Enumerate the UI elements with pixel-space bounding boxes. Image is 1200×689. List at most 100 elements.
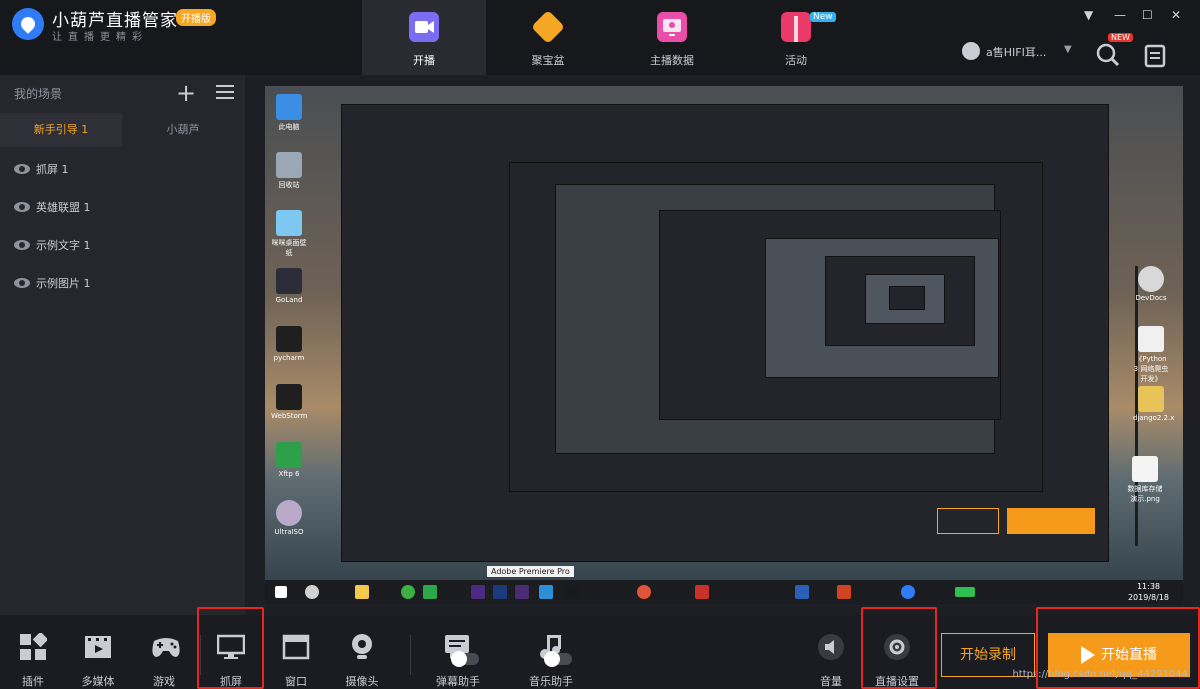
- search-icon[interactable]: [305, 585, 319, 599]
- plugin-button[interactable]: 插件: [2, 615, 64, 689]
- top-bar: 小葫芦直播管家 开播版 让直播更精彩 开播 聚宝盆 主播数据 New 活动 ▼ …: [0, 0, 1200, 75]
- battery-icon: [955, 587, 975, 597]
- new-badge: New: [810, 12, 836, 22]
- scene-item[interactable]: 示例文字 1: [14, 235, 91, 255]
- app-window: 小葫芦直播管家 开播版 让直播更精彩 开播 聚宝盆 主播数据 New 活动 ▼ …: [0, 0, 1200, 689]
- desktop-icon[interactable]: GoLand: [271, 268, 307, 304]
- clipboard-icon[interactable]: [1142, 42, 1168, 68]
- avatar[interactable]: [962, 42, 980, 60]
- window-capture-button[interactable]: 窗口: [265, 615, 327, 689]
- close-icon[interactable]: ✕: [1171, 8, 1181, 22]
- tab-xiaohulu[interactable]: 小葫芦: [122, 113, 244, 147]
- desktop-icon[interactable]: pycharm: [271, 326, 307, 362]
- tool-label: 多媒体: [81, 675, 115, 688]
- tab-label: 开播: [413, 54, 435, 67]
- scene-item[interactable]: 英雄联盟 1: [14, 197, 91, 217]
- photoshop-icon[interactable]: [493, 585, 507, 599]
- multimedia-button[interactable]: 多媒体: [67, 615, 129, 689]
- clock-date: 2019/8/18: [1127, 593, 1169, 602]
- windows-start-icon[interactable]: [275, 586, 287, 598]
- search-icon[interactable]: [1095, 42, 1121, 68]
- tool-label: 插件: [22, 675, 44, 688]
- game-button[interactable]: 游戏: [133, 615, 195, 689]
- add-scene-button[interactable]: +: [176, 79, 196, 107]
- after-effects-icon[interactable]: [471, 585, 485, 599]
- eye-icon[interactable]: [14, 202, 30, 212]
- scene-tabs: 新手引导 1 小葫芦: [0, 113, 245, 147]
- app-icon[interactable]: [401, 585, 415, 599]
- scene-label: 示例文字 1: [36, 239, 91, 252]
- tab-jubaopen[interactable]: 聚宝盆: [486, 0, 610, 75]
- tab-anchor-data[interactable]: 主播数据: [610, 0, 734, 75]
- scene-item[interactable]: 抓屏 1: [14, 159, 69, 179]
- tab-kaibo[interactable]: 开播: [362, 0, 486, 75]
- minimize-icon[interactable]: —: [1114, 8, 1126, 22]
- tab-beginner-guide[interactable]: 新手引导 1: [0, 113, 122, 147]
- highlight-box-screen-capture: [197, 607, 264, 689]
- user-name[interactable]: a售HIFI耳...: [986, 44, 1046, 60]
- xiaohulu-app-icon[interactable]: [901, 585, 915, 599]
- eye-icon[interactable]: [14, 164, 30, 174]
- edition-badge: 开播版: [176, 9, 216, 26]
- volume-button[interactable]: 音量: [800, 615, 862, 689]
- gamepad-icon: [150, 633, 180, 661]
- tool-label: 游戏: [153, 675, 175, 688]
- app-logo-icon: [12, 8, 44, 40]
- live-preview[interactable]: 此电脑 回收站 咪咪桌面壁纸 GoLand pycharm WebStorm X…: [265, 86, 1183, 604]
- wechat-icon[interactable]: [423, 585, 437, 599]
- scene-sidebar: 我的场景 + 新手引导 1 小葫芦 抓屏 1 英雄联盟 1 示例文字 1 示例图…: [0, 75, 245, 615]
- chevron-down-icon[interactable]: ▼: [1064, 44, 1072, 55]
- windows-taskbar: 11:38 2019/8/18: [265, 580, 1183, 604]
- tab-activity[interactable]: New 活动: [734, 0, 858, 75]
- plugin-icon: [19, 631, 49, 661]
- danmaku-toggle[interactable]: [451, 651, 479, 667]
- desktop-icon[interactable]: WebStorm: [271, 384, 307, 420]
- goland-icon[interactable]: [565, 585, 579, 599]
- desktop-icon[interactable]: django2.2.x: [1133, 386, 1174, 422]
- browser-icon[interactable]: [637, 585, 651, 599]
- music-helper-button[interactable]: 音乐助手: [520, 615, 582, 689]
- camera-button[interactable]: 摄像头: [331, 615, 393, 689]
- desktop-icon[interactable]: 咪咪桌面壁纸: [271, 210, 307, 258]
- music-toggle[interactable]: [544, 651, 572, 667]
- webcam-icon: [348, 633, 376, 661]
- treasure-bowl-icon: [531, 10, 565, 44]
- tool-label: 弹幕助手: [436, 675, 480, 688]
- eye-icon[interactable]: [14, 278, 30, 288]
- eye-icon[interactable]: [14, 240, 30, 250]
- folder-icon[interactable]: [355, 585, 369, 599]
- desktop-icon[interactable]: 此电脑: [271, 94, 307, 132]
- vscode-icon[interactable]: [539, 585, 553, 599]
- app-subtitle: 让直播更精彩: [52, 32, 148, 43]
- desktop-icon[interactable]: 回收站: [271, 152, 307, 190]
- taskbar-clock: 11:38 2019/8/18: [1128, 581, 1169, 603]
- bottom-toolbar: 插件 多媒体 游戏 抓屏 窗口 摄像头 弹幕助手 音乐助手 音量 直播设置 开始…: [0, 607, 1200, 689]
- clock-time: 11:38: [1136, 582, 1161, 591]
- taskbar-tooltip: Adobe Premiere Pro: [487, 566, 574, 577]
- menu-icon[interactable]: [216, 85, 234, 99]
- desktop-icon[interactable]: 《Python 3 网络爬虫开发》: [1133, 326, 1169, 384]
- speaker-icon: [817, 633, 845, 661]
- new-badge: NEW: [1108, 33, 1133, 42]
- desktop-icon[interactable]: Xftp 6: [271, 442, 307, 478]
- premiere-icon[interactable]: [515, 585, 529, 599]
- film-icon: [84, 633, 112, 661]
- captured-record-button: [937, 508, 999, 534]
- scene-label: 示例图片 1: [36, 277, 91, 290]
- scene-item[interactable]: 示例图片 1: [14, 273, 91, 293]
- tab-label: 主播数据: [650, 54, 694, 67]
- desktop-icon[interactable]: 数据库存储演示.png: [1127, 456, 1163, 504]
- desktop-icon[interactable]: UltraISO: [271, 500, 307, 536]
- powerpoint-icon[interactable]: [837, 585, 851, 599]
- tool-label: 音乐助手: [529, 675, 573, 688]
- video-camera-icon: [409, 12, 439, 42]
- highlight-box-live-settings: [861, 607, 937, 689]
- danmaku-helper-button[interactable]: 弹幕助手: [427, 615, 489, 689]
- maximize-icon[interactable]: ☐: [1142, 8, 1153, 22]
- divider: [410, 635, 411, 675]
- dropdown-menu-icon[interactable]: ▼: [1084, 8, 1093, 22]
- desktop-icon[interactable]: DevDocs: [1133, 266, 1169, 302]
- xshell-icon[interactable]: [695, 585, 709, 599]
- word-icon[interactable]: [795, 585, 809, 599]
- volume-label: 音量: [820, 675, 842, 688]
